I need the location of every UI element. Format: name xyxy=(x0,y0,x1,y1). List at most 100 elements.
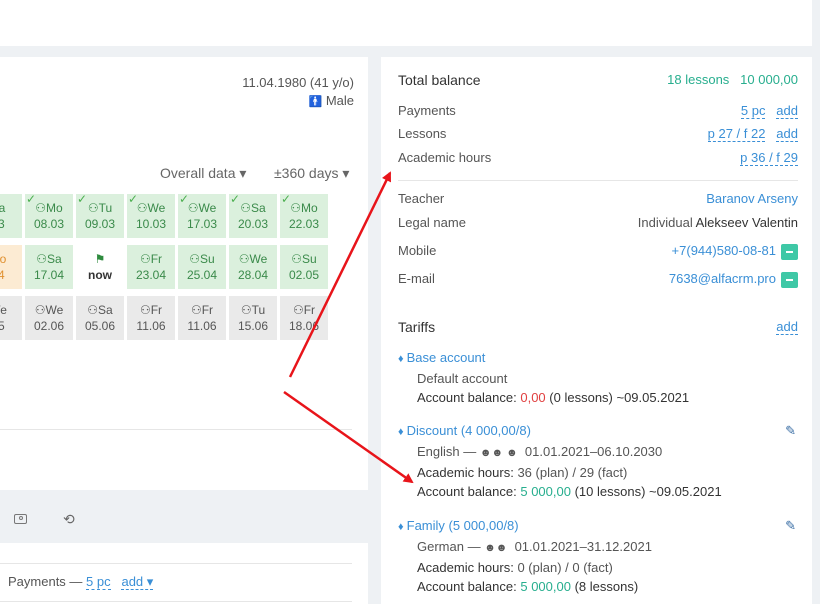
check-icon: ✓ xyxy=(179,192,190,206)
calendar-date: 04 xyxy=(0,268,5,282)
mobile-action-button[interactable] xyxy=(781,243,798,260)
calendar-day[interactable]: ⚇We 02.06 xyxy=(25,296,73,340)
calendar-weekday: ⚇Sa xyxy=(87,303,113,317)
person-icon: 🚹 xyxy=(308,96,323,108)
balance-amount: 0,00 xyxy=(520,390,546,405)
payments-value-link[interactable]: 5 pc xyxy=(740,103,766,119)
divider xyxy=(398,180,798,181)
calendar-day[interactable]: We 05 xyxy=(0,296,22,340)
calendar-date: 15.06 xyxy=(237,319,269,333)
tariff-name[interactable]: Discount (4 000,00/8) xyxy=(407,423,531,438)
calendar-day[interactable]: ✓Sa03 xyxy=(0,194,22,238)
money-icon[interactable] xyxy=(14,514,27,524)
mobile-label: Mobile xyxy=(398,243,437,258)
calendar-date: 03 xyxy=(0,217,5,231)
tariffs-header: Tariffs add xyxy=(398,319,798,335)
tariff-item: ♦ Base account Default account Account ba… xyxy=(398,348,798,407)
calendar-day[interactable]: ✓ ⚇We 10.03 xyxy=(127,192,175,238)
group-icon: ☻☻ xyxy=(484,542,508,554)
calendar-date: 17.03 xyxy=(186,217,218,231)
days-range-dropdown[interactable]: ±360 days ▾ xyxy=(274,165,349,182)
hours-value: 36 (plan) / 29 (fact) xyxy=(517,465,628,480)
lessons-add-link[interactable]: add xyxy=(776,126,798,142)
tag-icon: ♦ xyxy=(398,426,404,438)
calendar-weekday: ⚇Fr xyxy=(190,303,214,317)
hours-label: Academic hours: xyxy=(417,560,514,575)
add-payment-dropdown[interactable]: add ▾ xyxy=(121,574,154,590)
calendar-day[interactable]: ⚇Fr 23.04 xyxy=(127,245,175,289)
calendar-row: Mo 04 ⚇Sa 17.04 ⚑ now ⚇Fr 23.04 ⚇Su 25.04 ⚇We 28.04… xyxy=(0,245,331,289)
top-card xyxy=(0,0,812,46)
balance-rest: (0 lessons) ~09.05.2021 xyxy=(549,390,690,405)
group-icon: ☻☻ ☻ xyxy=(479,447,518,459)
gender: 🚹 Male xyxy=(308,93,354,108)
calendar-weekday: ⚇Tu xyxy=(240,303,266,317)
history-icon[interactable]: ⟲ xyxy=(63,511,75,528)
calendar-date: 11.06 xyxy=(136,319,166,333)
calendar-date: 02.06 xyxy=(33,319,65,333)
legal-prefix: Individual xyxy=(637,215,693,230)
calendar-day[interactable]: ⚇Fr 11.06 xyxy=(127,296,175,340)
lessons-value-link[interactable]: p 27 / f 22 xyxy=(707,126,766,142)
lessons-row: Lessons p 27 / f 22 add xyxy=(398,126,798,142)
calendar-weekday: ⚇Su xyxy=(189,252,215,266)
tariffs-add-link[interactable]: add xyxy=(776,319,798,335)
calendar-day[interactable]: ⚇Sa 17.04 xyxy=(25,245,73,289)
calendar-date: 09.03 xyxy=(84,217,116,231)
legal-label: Legal name xyxy=(398,215,466,230)
total-balance-title: Total balance xyxy=(398,72,481,88)
flag-icon: ⚑ xyxy=(94,252,106,266)
balance-amount: 5 000,00 xyxy=(520,579,571,594)
calendar-day[interactable]: ⚇Tu 15.06 xyxy=(229,296,277,340)
payments-card: Payments — 5 pc add ▾ xyxy=(0,543,368,604)
calendar-weekday: ⚇Fr xyxy=(292,303,316,317)
calendar-day[interactable]: ✓ ⚇We 17.03 xyxy=(178,192,226,238)
calendar-day[interactable]: ✓ ⚇Mo 22.03 xyxy=(280,192,328,238)
total-balance-row: Total balance 18 lessons 10 000,00 xyxy=(398,72,798,88)
tariff-item: ♦ Family (5 000,00/8) German — ☻☻ 01.01.2… xyxy=(398,516,798,596)
calendar-day[interactable]: ⚇We 28.04 xyxy=(229,245,277,289)
calendar-date: 08.03 xyxy=(33,217,65,231)
tariff-name[interactable]: Family (5 000,00/8) xyxy=(407,518,519,533)
tariff-name[interactable]: Base account xyxy=(407,350,486,365)
calendar-date: 02.05 xyxy=(288,268,320,282)
calendar-weekday: ⚇Su xyxy=(291,252,317,266)
hours-value: 0 (plan) / 0 (fact) xyxy=(517,560,613,575)
hours-value-link[interactable]: p 36 / f 29 xyxy=(740,150,798,166)
calendar-day[interactable]: ⚇Sa 05.06 xyxy=(76,296,124,340)
calendar-date: 20.03 xyxy=(237,217,269,231)
total-lessons: 18 lessons xyxy=(667,72,730,87)
calendar-date: now xyxy=(88,268,112,282)
mobile-link[interactable]: +7(944)580-08-81 xyxy=(672,243,776,258)
email-action-button[interactable] xyxy=(781,271,798,288)
calendar-day[interactable]: Mo 04 xyxy=(0,245,22,289)
payments-add-link[interactable]: add xyxy=(776,103,798,119)
pencil-icon[interactable]: ✎ xyxy=(785,516,796,535)
tariff-description: Default account xyxy=(417,371,508,386)
balance-label: Account balance: xyxy=(417,390,517,405)
calendar-day[interactable]: ✓ ⚇Sa 20.03 xyxy=(229,192,277,238)
tag-icon: ♦ xyxy=(398,353,404,365)
calendar-day[interactable]: ⚇Fr 18.06 xyxy=(280,296,328,340)
teacher-label: Teacher xyxy=(398,191,445,206)
calendar-day[interactable]: ⚇Fr 11.06 xyxy=(178,296,226,340)
calendar-date: 23.04 xyxy=(135,268,167,282)
calendar-date: 05 xyxy=(0,319,5,333)
calendar-day[interactable]: ✓ ⚇Mo 08.03 xyxy=(25,192,73,238)
pencil-icon[interactable]: ✎ xyxy=(785,421,796,440)
overall-data-dropdown[interactable]: Overall data ▾ xyxy=(160,165,246,182)
calendar-day[interactable]: ⚇Su 02.05 xyxy=(280,245,328,289)
calendar-date: 17.04 xyxy=(33,268,65,282)
total-amount: 10 000,00 xyxy=(740,72,798,87)
calendar-day[interactable]: ⚑ now xyxy=(76,245,124,289)
calendar-day[interactable]: ✓ ⚇Tu 09.03 xyxy=(76,192,124,238)
calendar-day[interactable]: ⚇Su 25.04 xyxy=(178,245,226,289)
check-icon: ✓ xyxy=(281,192,292,206)
payments-line: Payments — 5 pc add ▾ xyxy=(8,574,154,590)
divider xyxy=(0,429,352,430)
teacher-link[interactable]: Baranov Arseny xyxy=(706,191,798,206)
payments-count-link[interactable]: 5 pc xyxy=(86,574,111,590)
email-link[interactable]: 7638@alfacrm.pro xyxy=(669,271,776,286)
balance-label: Account balance: xyxy=(417,579,517,594)
divider xyxy=(0,563,352,564)
